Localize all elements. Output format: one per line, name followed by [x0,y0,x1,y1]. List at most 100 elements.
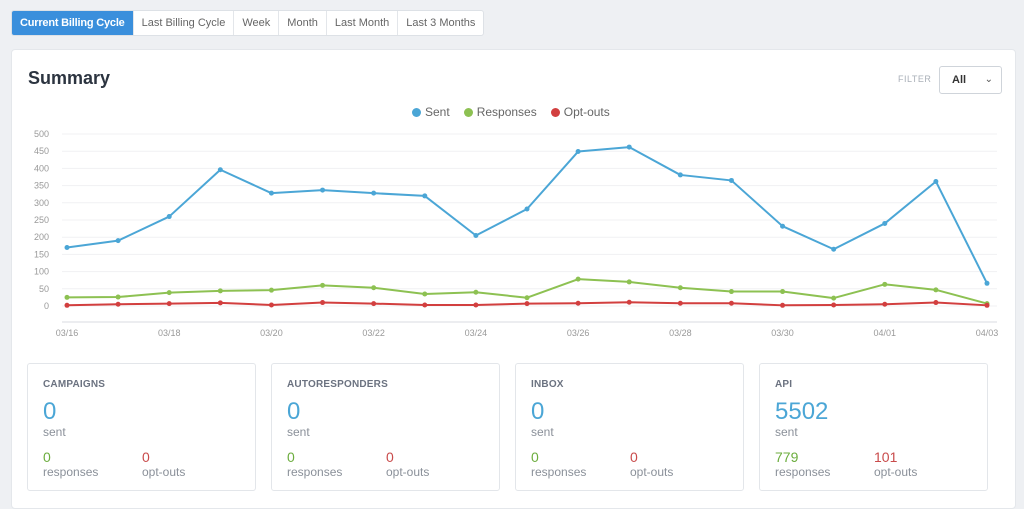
stat-sent-label: sent [775,425,798,439]
responses-data-point [115,294,121,300]
optouts-data-point [320,300,326,306]
responses-data-point [524,295,530,301]
optouts-data-point [166,301,172,307]
stat-optouts-label: opt-outs [874,465,918,479]
y-tick-label: 150 [34,249,49,259]
sent-data-point [728,177,734,183]
responses-data-point [422,291,428,297]
optouts-data-point [677,300,683,306]
responses-data-point [166,290,172,296]
stat-optouts-value: 0 [630,449,638,465]
stat-sent-label: sent [43,425,66,439]
sent-data-point [933,178,939,184]
stat-card-inbox: INBOX 0 sent 0 responses 0 opt-outs [515,363,744,491]
sent-data-point [677,172,683,178]
sent-series-line [66,146,988,284]
date-range-tabs: Current Billing Cycle Last Billing Cycle… [11,10,485,36]
stat-title: CAMPAIGNS [43,379,106,390]
optouts-data-point [780,302,786,308]
sent-data-point [320,187,326,193]
optouts-data-point [626,299,632,305]
y-tick-label: 400 [34,163,49,173]
optouts-data-point [371,301,377,307]
responses-data-point [728,289,734,295]
responses-data-point [268,287,274,293]
y-tick-label: 450 [34,146,49,156]
x-tick-label: 03/18 [158,328,181,338]
stat-title: API [775,379,793,390]
tab-last-3-months[interactable]: Last 3 Months [398,11,483,35]
stat-sent-value: 5502 [775,398,829,425]
responses-data-point [371,285,377,291]
optouts-data-point [575,300,581,306]
sent-data-point [268,190,274,196]
optouts-data-point [933,300,939,306]
sent-data-point [626,144,632,150]
optouts-data-point [882,301,888,307]
stat-sent-value: 0 [287,398,301,425]
x-tick-label: 03/30 [771,328,794,338]
sent-data-point [780,223,786,229]
stat-card-autoresponders: AUTORESPONDERS 0 sent 0 responses 0 opt-… [271,363,500,491]
sent-data-point [64,245,70,251]
tab-month[interactable]: Month [279,11,327,35]
tab-current-billing-cycle[interactable]: Current Billing Cycle [12,11,134,35]
stat-title: AUTORESPONDERS [287,379,388,390]
optouts-data-point [984,302,990,308]
stat-card-api: API 5502 sent 779 responses 101 opt-outs [759,363,988,491]
y-tick-label: 200 [34,232,49,242]
x-tick-label: 03/16 [56,328,79,338]
sent-data-point [575,149,581,155]
responses-data-point [64,294,70,300]
optouts-data-point [524,301,530,307]
stat-sent-value: 0 [43,398,57,425]
stat-responses-value: 0 [531,449,539,465]
x-tick-label: 03/20 [260,328,283,338]
responses-data-point [575,276,581,282]
y-tick-label: 300 [34,198,49,208]
optouts-data-point [268,302,274,308]
responses-data-point [831,295,837,301]
x-tick-label: 04/03 [976,328,999,338]
stat-card-campaigns: CAMPAIGNS 0 sent 0 responses 0 opt-outs [27,363,256,491]
stat-sent-value: 0 [531,398,545,425]
y-tick-label: 100 [34,267,49,277]
line-chart: 0 50 100 150 200 250 300 350 400 450 500 03/16 03/18… [34,129,999,338]
sent-data-point [831,246,837,252]
optouts-data-point [728,300,734,306]
stat-optouts-label: opt-outs [386,465,430,479]
y-tick-label: 250 [34,215,49,225]
optouts-data-point [217,300,223,306]
summary-card: Summary FILTER All ⌄ Sent Responses Opt-… [11,49,1016,509]
stat-optouts-value: 101 [874,449,898,465]
y-tick-label: 50 [39,284,49,294]
sent-data-point [422,193,428,199]
stat-responses-value: 0 [287,449,295,465]
stat-responses-value: 0 [43,449,51,465]
page-scrollbar[interactable] [1016,49,1024,504]
optouts-data-point [115,301,121,307]
x-tick-label: 03/28 [669,328,692,338]
responses-data-point [473,289,479,295]
responses-data-point [882,281,888,287]
stat-responses-value: 779 [775,449,799,465]
stat-responses-label: responses [775,465,831,479]
tab-week[interactable]: Week [234,11,280,35]
stat-optouts-label: opt-outs [142,465,186,479]
y-tick-label: 350 [34,181,49,191]
optouts-data-point [831,302,837,308]
stat-sent-label: sent [287,425,310,439]
stat-optouts-value: 0 [142,449,150,465]
tab-last-month[interactable]: Last Month [327,11,399,35]
x-tick-label: 03/22 [362,328,385,338]
x-tick-label: 03/24 [465,328,488,338]
sent-data-point [984,280,990,286]
tab-last-billing-cycle[interactable]: Last Billing Cycle [134,11,235,35]
responses-data-point [933,287,939,293]
y-tick-label: 500 [34,129,49,139]
responses-data-point [626,279,632,285]
sent-data-point [524,206,530,212]
stat-title: INBOX [531,379,564,390]
responses-data-point [677,285,683,291]
stat-sent-label: sent [531,425,554,439]
